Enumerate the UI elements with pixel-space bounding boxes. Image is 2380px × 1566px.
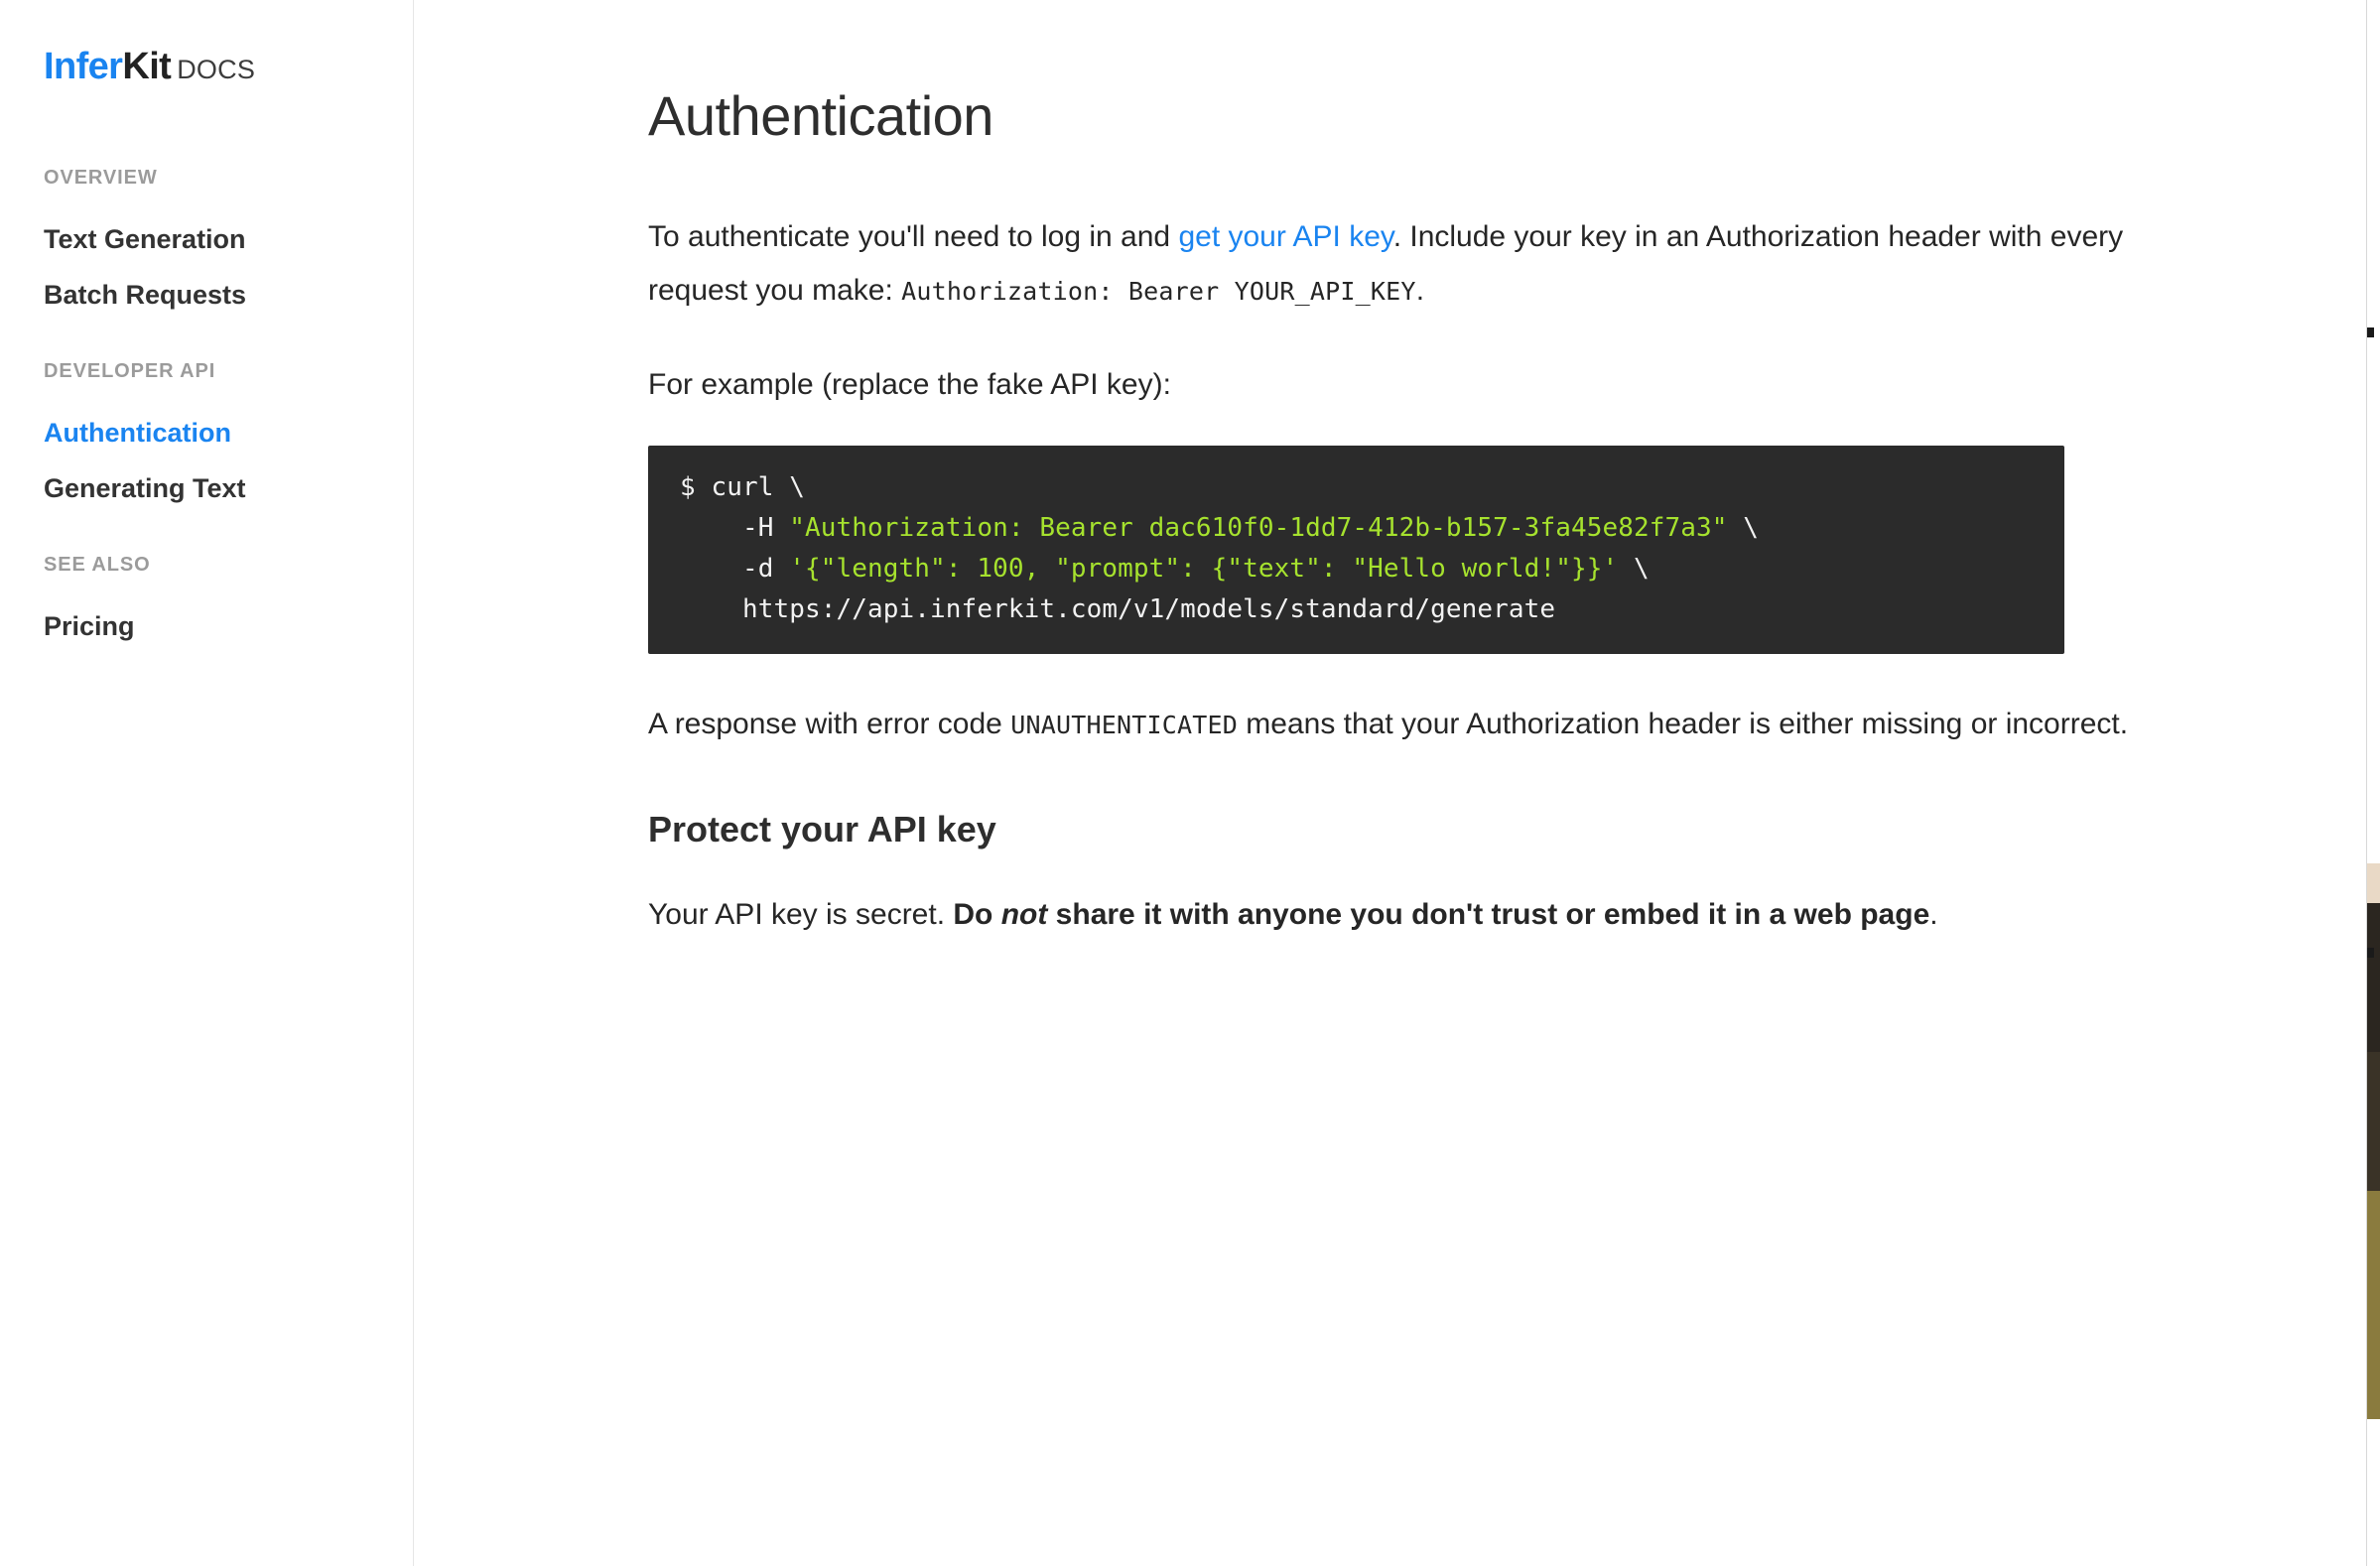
sidebar-item-text-generation[interactable]: Text Generation <box>0 211 414 267</box>
codeblock-content: $ curl \ -H "Authorization: Bearer dac61… <box>680 467 2033 630</box>
code-line-2-suffix: \ <box>1727 512 1759 543</box>
sidebar-section-header: OVERVIEW <box>44 167 158 189</box>
sidebar-nav: OVERVIEW Text Generation Batch Requests … <box>0 167 414 654</box>
content-column: Authentication To authenticate you'll ne… <box>648 85 2152 981</box>
sidebar-item-authentication[interactable]: Authentication <box>0 405 414 460</box>
get-api-key-link[interactable]: get your API key <box>1178 220 1392 253</box>
curl-example-codeblock[interactable]: $ curl \ -H "Authorization: Bearer dac61… <box>648 445 2064 654</box>
brand-logo-kit: Kit <box>122 46 172 87</box>
page-title: Authentication <box>648 84 993 147</box>
code-line-2-prefix: -H <box>680 512 790 543</box>
example-label-paragraph: For example (replace the fake API key): <box>648 367 1171 401</box>
protect-text-normal: Your API key is secret. <box>648 897 954 931</box>
sliver-marker <box>2367 948 2374 958</box>
protect-bold-start: Do <box>953 897 1001 931</box>
sliver-segment <box>2367 1191 2380 1419</box>
protect-api-key-heading: Protect your API key <box>648 808 996 849</box>
sidebar-section-see-also: SEE ALSO Pricing <box>0 554 414 654</box>
page-root: InferKit DOCS OVERVIEW Text Generation Ba… <box>0 0 2380 1566</box>
brand-logo[interactable]: InferKit DOCS <box>44 48 255 85</box>
code-line-1: $ curl \ <box>680 471 806 502</box>
sidebar-section-header: SEE ALSO <box>44 554 151 576</box>
sidebar-section-header: DEVELOPER API <box>44 360 216 382</box>
sidebar-item-batch-requests[interactable]: Batch Requests <box>0 267 414 323</box>
code-line-4-url: https://api.inferkit.com/v1/models/stand… <box>680 593 1556 624</box>
sliver-segment <box>2367 1419 2380 1566</box>
intro-paragraph: To authenticate you'll need to log in an… <box>648 210 2152 319</box>
unauthenticated-code: UNAUTHENTICATED <box>1010 710 1238 739</box>
code-line-3-string: '{"length": 100, "prompt": {"text": "Hel… <box>789 553 1619 584</box>
sliver-segment <box>2367 903 2380 1052</box>
error-text-after-code: means that your Authorization header is … <box>1237 707 2129 740</box>
sidebar-section-developer-api: DEVELOPER API Authentication Generating … <box>0 360 414 516</box>
sliver-segment <box>2367 0 2380 863</box>
sliver-segment <box>2367 1052 2380 1191</box>
intro-text-end: . <box>1415 273 1425 307</box>
intro-text-before-link: To authenticate you'll need to log in an… <box>648 219 1179 253</box>
sidebar-item-pricing[interactable]: Pricing <box>0 598 414 654</box>
sliver-marker <box>2367 327 2374 337</box>
authorization-header-code: Authorization: Bearer YOUR_API_KEY <box>901 276 1416 306</box>
protect-bold-end: share it with anyone you don't trust or … <box>1047 897 1930 931</box>
protect-api-key-paragraph: Your API key is secret. Do not share it … <box>648 888 2152 942</box>
code-line-3-suffix: \ <box>1618 553 1650 584</box>
code-line-2-string: "Authorization: Bearer dac610f0-1dd7-412… <box>789 512 1728 543</box>
sidebar-section-overview: OVERVIEW Text Generation Batch Requests <box>0 167 414 323</box>
brand-logo-docs: DOCS <box>177 55 256 84</box>
background-window-sliver <box>2366 0 2380 1566</box>
error-text-before-code: A response with error code <box>648 707 1011 740</box>
protect-text-period: . <box>1929 897 1938 931</box>
main-content: Authentication To authenticate you'll ne… <box>415 0 2366 1566</box>
error-code-paragraph: A response with error code UNAUTHENTICAT… <box>648 698 2152 752</box>
sidebar: InferKit DOCS OVERVIEW Text Generation Ba… <box>0 0 414 1566</box>
protect-warning-bold: Do not share it with anyone you don't tr… <box>953 898 1929 931</box>
sliver-segment <box>2367 863 2380 903</box>
brand-logo-infer: Infer <box>44 46 123 87</box>
protect-bold-italic-not: not <box>1000 897 1048 931</box>
code-line-3-prefix: -d <box>680 553 790 584</box>
sidebar-item-generating-text[interactable]: Generating Text <box>0 460 414 516</box>
